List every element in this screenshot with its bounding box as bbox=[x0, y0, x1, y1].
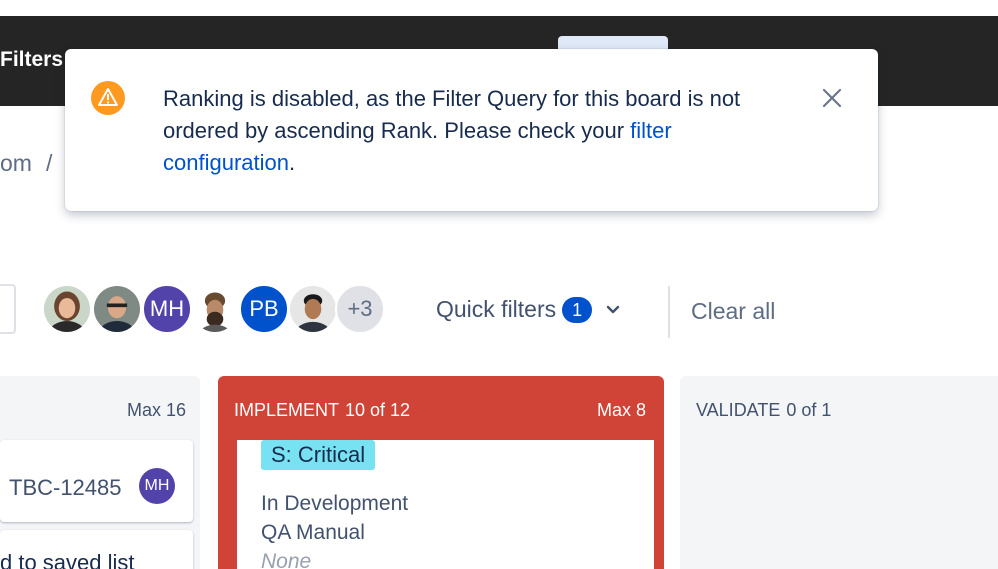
issue-key[interactable]: TBC-12485 bbox=[9, 475, 122, 501]
avatar-more-count: +3 bbox=[347, 296, 373, 321]
close-icon[interactable] bbox=[819, 85, 845, 111]
issue-qa-field: QA Manual bbox=[261, 521, 365, 544]
breadcrumb: om / bbox=[0, 150, 52, 177]
avatar-filter-1[interactable] bbox=[42, 284, 92, 334]
column-issue-count: 10 of 12 bbox=[345, 400, 411, 420]
avatar-filter-mh[interactable]: MH bbox=[142, 284, 192, 334]
issue-status: In Development bbox=[261, 492, 409, 515]
avatar-filter-2[interactable] bbox=[92, 284, 142, 334]
column-issue-count: 0 of 1 bbox=[786, 400, 832, 420]
nav-filters-link[interactable]: Filters bbox=[0, 48, 63, 72]
avatar-filter-4[interactable] bbox=[190, 284, 240, 334]
issue-card[interactable]: S: Critical In Development QA Manual Non… bbox=[232, 440, 654, 569]
ranking-disabled-flag: Ranking is disabled, as the Filter Query… bbox=[65, 49, 878, 211]
quick-filters-count-badge: 1 bbox=[562, 296, 593, 323]
avatar-photo-icon bbox=[192, 286, 238, 332]
quick-filters-dropdown[interactable]: Quick filters 1 bbox=[436, 296, 622, 323]
issue-card[interactable]: TBC-12485 MH bbox=[0, 440, 193, 522]
avatar-more-button[interactable]: +3 bbox=[335, 284, 385, 334]
board-column-implement: IMPLEMENT 10 of 12 Max 8 S: Critical In D… bbox=[218, 376, 664, 569]
board-screen: Filters om / MH PB +3 Quick filters 1 Cl… bbox=[0, 0, 998, 569]
assignee-avatar[interactable]: MH bbox=[139, 468, 175, 504]
avatar-filter-pb[interactable]: PB bbox=[239, 284, 289, 334]
breadcrumb-separator: / bbox=[45, 150, 53, 176]
avatar-initials: MH bbox=[149, 296, 185, 321]
clear-all-button[interactable]: Clear all bbox=[691, 298, 775, 325]
board-column-validate: VALIDATE 0 of 1 bbox=[680, 376, 998, 569]
window-top-edge bbox=[0, 0, 998, 17]
board-search-input[interactable] bbox=[0, 284, 16, 334]
warning-icon bbox=[91, 81, 125, 115]
flag-message-end: . bbox=[288, 150, 296, 175]
column-max-limit: Max 16 bbox=[126, 400, 186, 420]
quick-filters-label: Quick filters bbox=[436, 296, 557, 322]
issue-empty-field: None bbox=[261, 550, 312, 569]
avatar-photo-icon bbox=[290, 286, 336, 332]
column-name: VALIDATE bbox=[696, 400, 781, 420]
chevron-down-icon bbox=[606, 305, 620, 313]
issue-summary: d to saved list bbox=[0, 550, 135, 569]
column-header: IMPLEMENT 10 of 12 bbox=[234, 400, 410, 421]
column-max-limit: Max 8 bbox=[596, 400, 646, 420]
column-header: VALIDATE 0 of 1 bbox=[696, 400, 831, 421]
breadcrumb-item[interactable]: om bbox=[0, 150, 32, 176]
avatar-filter-6[interactable] bbox=[288, 284, 338, 334]
avatar-initials: PB bbox=[249, 296, 279, 321]
avatar-photo-icon bbox=[44, 286, 90, 332]
issue-card[interactable]: d to saved list bbox=[0, 530, 193, 569]
severity-label: S: Critical bbox=[261, 440, 376, 470]
filters-divider bbox=[668, 286, 670, 338]
priority-edge-indicator bbox=[232, 440, 237, 569]
board-column-previous: Max 16 TBC-12485 MH d to saved list bbox=[0, 376, 200, 569]
column-name: IMPLEMENT bbox=[234, 400, 340, 420]
avatar-photo-icon bbox=[94, 286, 140, 332]
flag-message: Ranking is disabled, as the Filter Query… bbox=[163, 83, 803, 179]
